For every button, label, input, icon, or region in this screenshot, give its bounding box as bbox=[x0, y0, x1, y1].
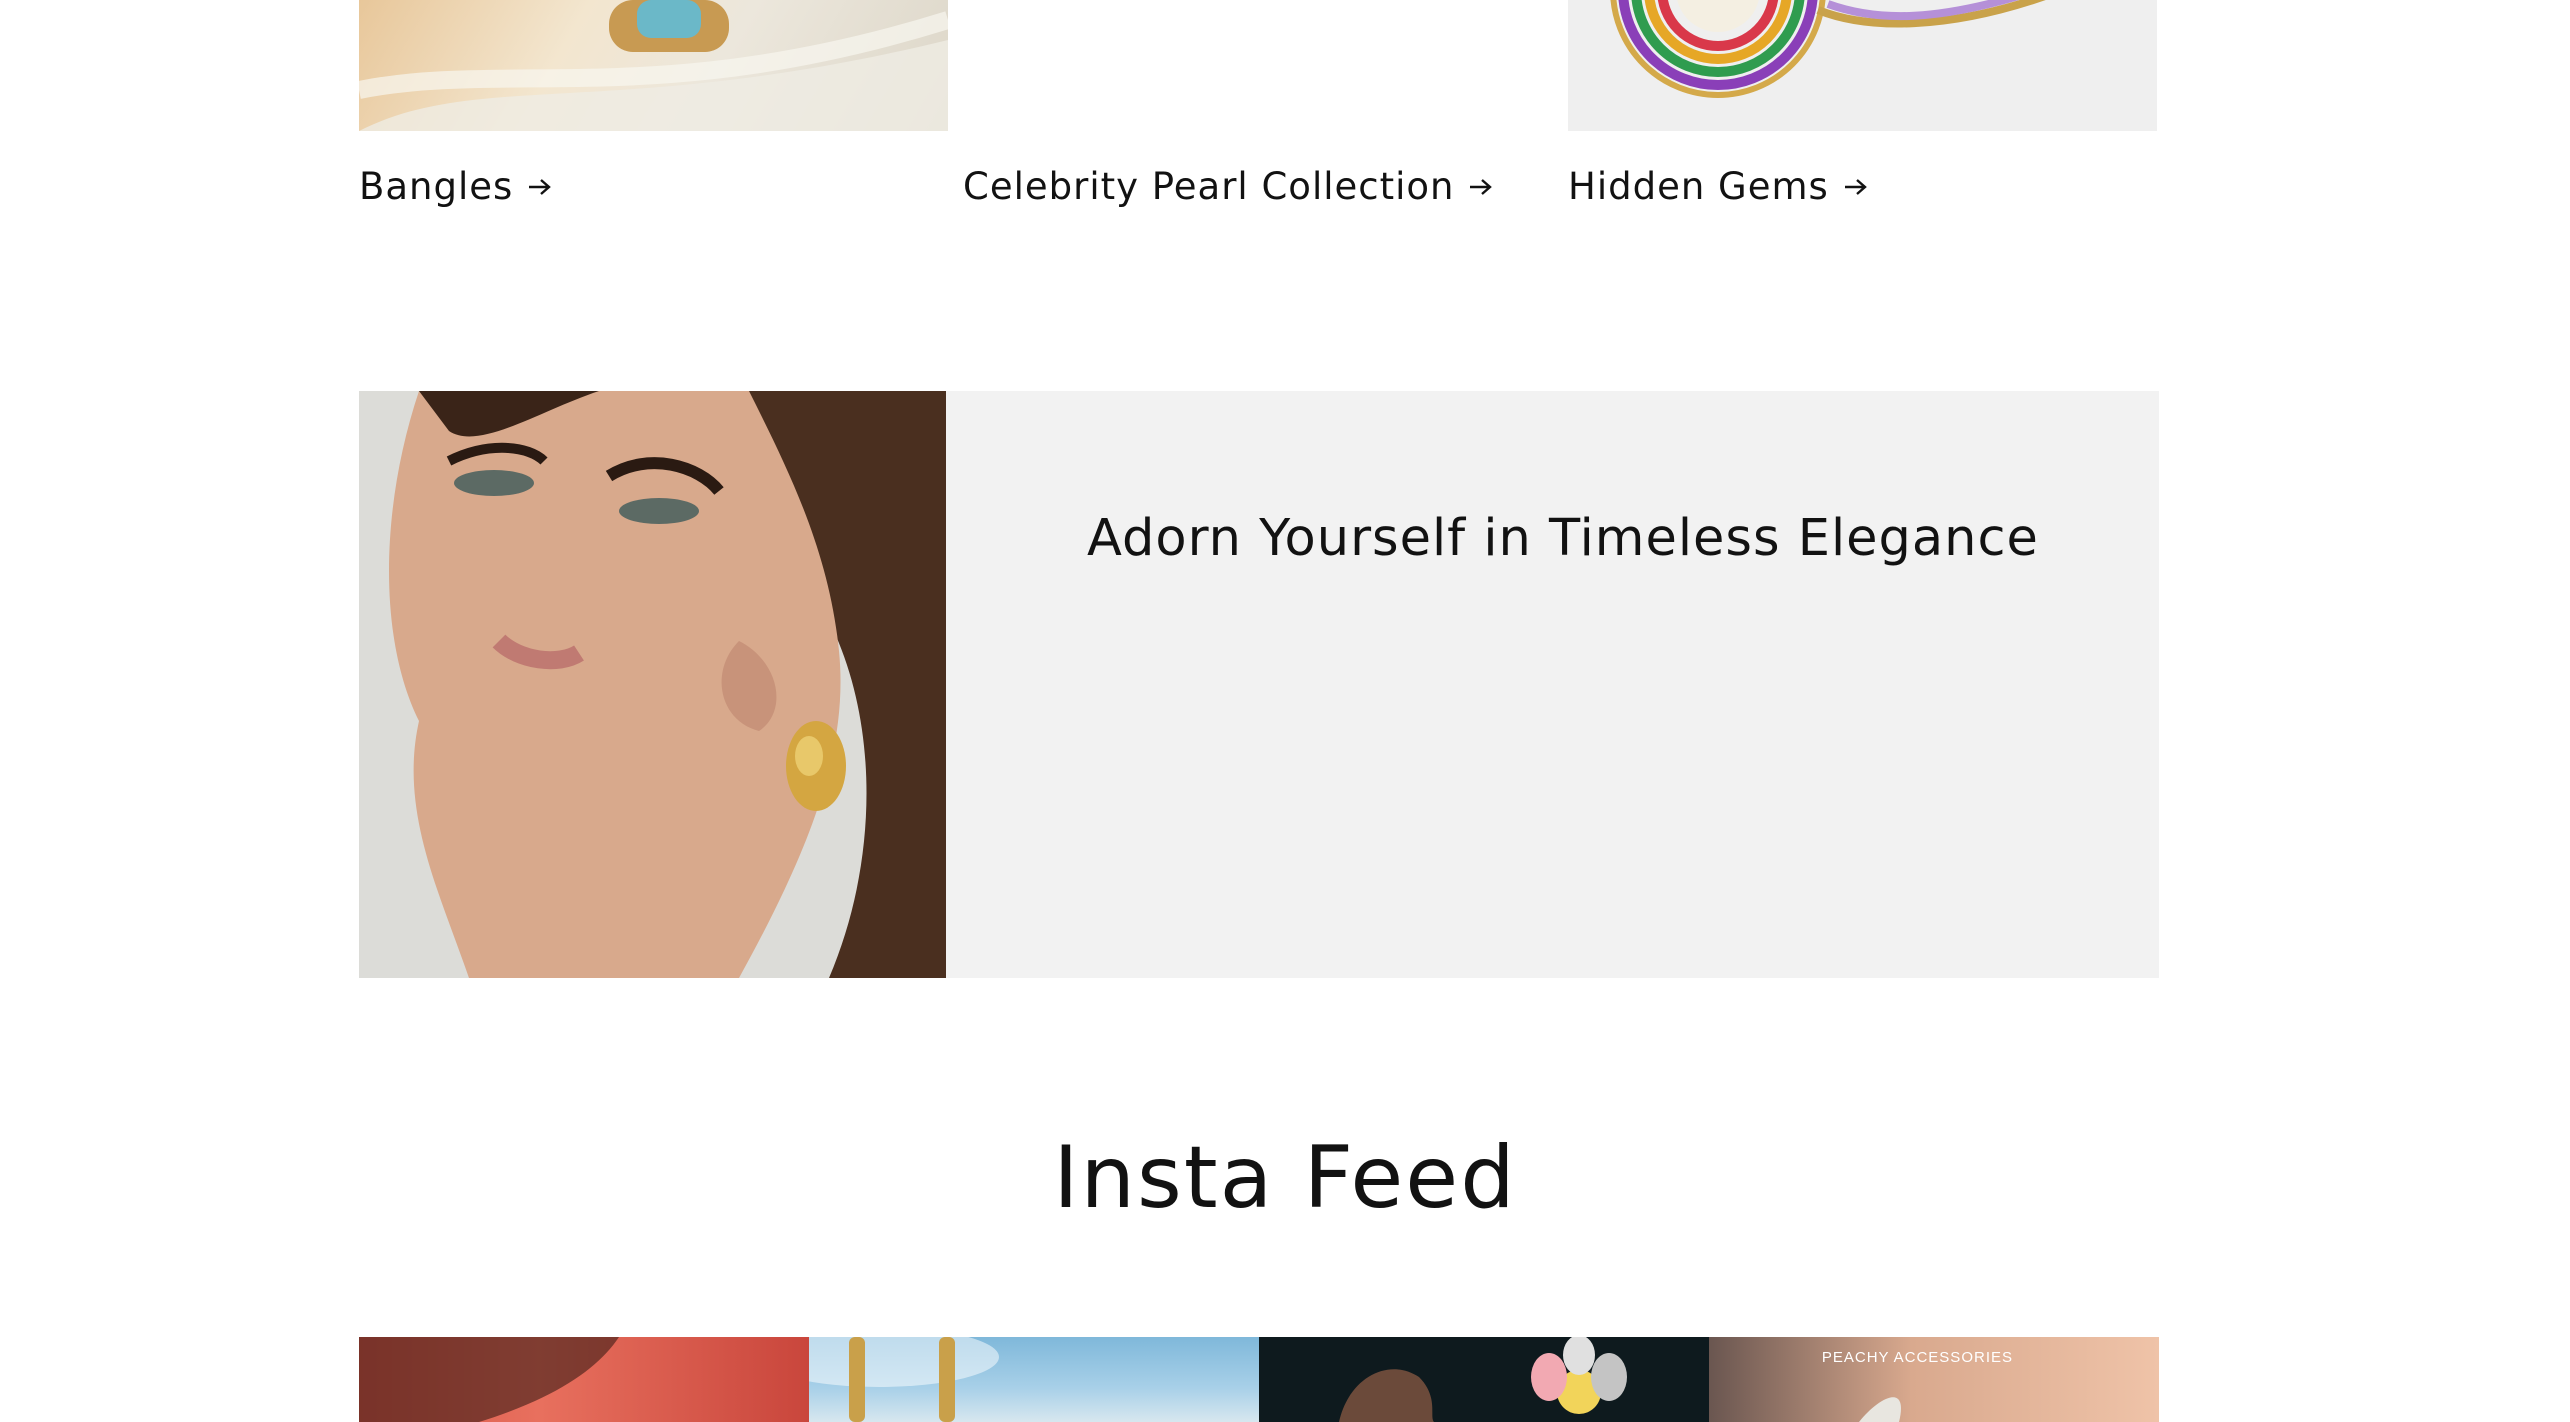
collection-link-pearl[interactable]: Celebrity Pearl Collection bbox=[963, 165, 1494, 208]
insta-feed-grid: PEACHY ACCESSORIES bbox=[359, 1337, 2159, 1422]
insta-post-4[interactable]: PEACHY ACCESSORIES bbox=[1709, 1337, 2159, 1422]
collection-card-gems[interactable]: Hidden Gems bbox=[1568, 0, 2157, 208]
collection-title: Hidden Gems bbox=[1568, 165, 1829, 208]
bangles-image[interactable] bbox=[359, 0, 948, 131]
model-earring-photo bbox=[359, 391, 946, 978]
banner-heading: Adorn Yourself in Timeless Elegance bbox=[1087, 509, 2039, 568]
hidden-gems-image[interactable] bbox=[1568, 0, 2157, 131]
pearl-collection-image[interactable] bbox=[963, 0, 1552, 131]
collection-list: Bangles Celebrity Pearl Collection Hidde… bbox=[359, 0, 2159, 240]
insta-post-4-label: PEACHY ACCESSORIES bbox=[1821, 1349, 2013, 1366]
insta-post-2[interactable] bbox=[809, 1337, 1259, 1422]
collection-card-pearl[interactable]: Celebrity Pearl Collection bbox=[963, 0, 1552, 208]
insta-post-1[interactable] bbox=[359, 1337, 809, 1422]
collection-link-hidden-gems[interactable]: Hidden Gems bbox=[1568, 165, 1869, 208]
collection-title: Celebrity Pearl Collection bbox=[963, 165, 1455, 208]
insta-post-3[interactable] bbox=[1259, 1337, 1709, 1422]
arrow-right-icon bbox=[529, 178, 552, 195]
collection-title: Bangles bbox=[359, 165, 514, 208]
image-with-text-banner: Adorn Yourself in Timeless Elegance bbox=[359, 391, 2159, 978]
collection-card-bangles[interactable]: Bangles bbox=[359, 0, 948, 208]
arrow-right-icon bbox=[1844, 178, 1867, 195]
arrow-right-icon bbox=[1470, 178, 1493, 195]
collection-link-bangles[interactable]: Bangles bbox=[359, 165, 553, 208]
insta-feed-title: Insta Feed bbox=[1053, 1128, 1517, 1228]
